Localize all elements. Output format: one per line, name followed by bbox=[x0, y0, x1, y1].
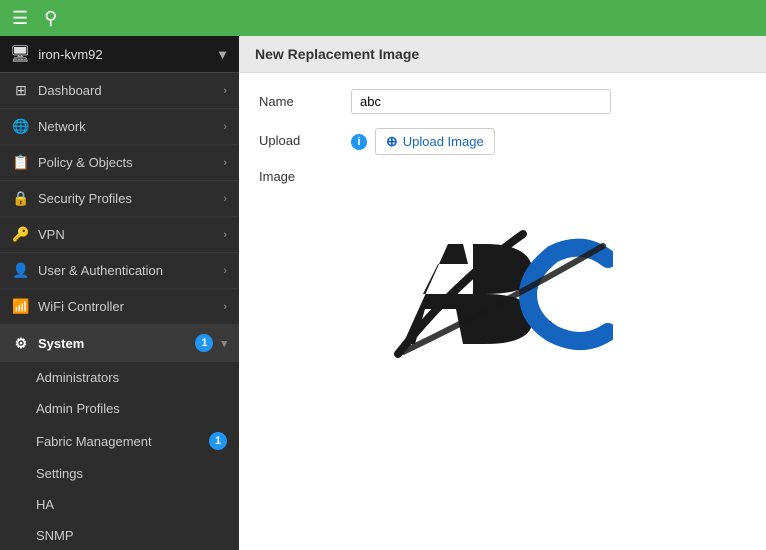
sub-item-label: Admin Profiles bbox=[36, 401, 227, 416]
sub-item-label: Settings bbox=[36, 466, 227, 481]
upload-row: Upload i ⊕ Upload Image bbox=[259, 128, 746, 155]
arrow-icon: › bbox=[223, 121, 227, 133]
device-name: iron-kvm92 bbox=[38, 47, 208, 62]
main-layout: 🖥 iron-kvm92 ▼ ⊞ Dashboard › 🌐 Network ›… bbox=[0, 36, 766, 550]
sidebar-item-network[interactable]: 🌐 Network › bbox=[0, 109, 239, 145]
info-icon[interactable]: i bbox=[351, 134, 367, 150]
sidebar-item-label: User & Authentication bbox=[38, 263, 215, 278]
sidebar-item-security[interactable]: 🔒 Security Profiles › bbox=[0, 181, 239, 217]
sidebar-item-system[interactable]: ⚙ System 1 ▾ bbox=[0, 325, 239, 362]
arrow-icon: › bbox=[223, 265, 227, 277]
menu-icon[interactable]: ☰ bbox=[12, 8, 28, 29]
sub-item-settings[interactable]: Settings bbox=[0, 458, 239, 489]
sidebar-item-label: Security Profiles bbox=[38, 191, 215, 206]
sub-item-ha[interactable]: HA bbox=[0, 489, 239, 520]
sidebar-item-user-auth[interactable]: 👤 User & Authentication › bbox=[0, 253, 239, 289]
arrow-icon: › bbox=[223, 229, 227, 241]
topbar: ☰ ⚲ bbox=[0, 0, 766, 36]
sidebar-item-vpn[interactable]: 🔑 VPN › bbox=[0, 217, 239, 253]
sub-item-label: HA bbox=[36, 497, 227, 512]
dashboard-icon: ⊞ bbox=[12, 82, 30, 99]
content-header: New Replacement Image bbox=[239, 36, 766, 73]
name-input[interactable] bbox=[351, 89, 611, 114]
plus-icon: ⊕ bbox=[386, 133, 398, 150]
user-icon: 👤 bbox=[12, 262, 30, 279]
content-body: Name Upload i ⊕ Upload Image Image bbox=[239, 73, 766, 550]
sub-item-administrators[interactable]: Administrators bbox=[0, 362, 239, 393]
name-label: Name bbox=[259, 89, 339, 109]
device-header: 🖥 iron-kvm92 ▼ bbox=[0, 36, 239, 73]
abc-logo bbox=[393, 224, 613, 364]
upload-label: Upload bbox=[259, 128, 339, 148]
chevron-down-icon[interactable]: ▼ bbox=[216, 47, 229, 62]
network-icon: 🌐 bbox=[12, 118, 30, 135]
sidebar-item-label: Dashboard bbox=[38, 83, 215, 98]
sub-item-label: Fabric Management bbox=[36, 434, 201, 449]
sidebar-item-dashboard[interactable]: ⊞ Dashboard › bbox=[0, 73, 239, 109]
sub-item-fabric-management[interactable]: Fabric Management 1 bbox=[0, 424, 239, 458]
sub-item-admin-profiles[interactable]: Admin Profiles bbox=[0, 393, 239, 424]
sidebar-item-wifi[interactable]: 📶 WiFi Controller › bbox=[0, 289, 239, 325]
security-icon: 🔒 bbox=[12, 190, 30, 207]
search-icon[interactable]: ⚲ bbox=[44, 8, 57, 29]
system-badge: 1 bbox=[195, 334, 213, 352]
sidebar-item-label: Policy & Objects bbox=[38, 155, 215, 170]
abc-logo-area bbox=[259, 184, 746, 384]
sidebar: 🖥 iron-kvm92 ▼ ⊞ Dashboard › 🌐 Network ›… bbox=[0, 36, 239, 550]
sub-item-snmp[interactable]: SNMP bbox=[0, 520, 239, 550]
upload-controls: i ⊕ Upload Image bbox=[351, 128, 495, 155]
arrow-icon: › bbox=[223, 301, 227, 313]
arrow-icon: › bbox=[223, 85, 227, 97]
image-label: Image bbox=[259, 169, 339, 184]
upload-btn-label: Upload Image bbox=[403, 134, 484, 149]
sidebar-item-label: System bbox=[38, 336, 187, 351]
device-icon: 🖥 bbox=[10, 44, 30, 64]
arrow-icon: › bbox=[223, 193, 227, 205]
content-area: New Replacement Image Name Upload i ⊕ Up… bbox=[239, 36, 766, 550]
vpn-icon: 🔑 bbox=[12, 226, 30, 243]
fabric-badge: 1 bbox=[209, 432, 227, 450]
arrow-icon: ▾ bbox=[221, 337, 227, 350]
image-row: Image bbox=[259, 169, 746, 184]
sidebar-item-label: WiFi Controller bbox=[38, 299, 215, 314]
sidebar-item-label: Network bbox=[38, 119, 215, 134]
policy-icon: 📋 bbox=[12, 154, 30, 171]
sidebar-item-label: VPN bbox=[38, 227, 215, 242]
page-title: New Replacement Image bbox=[255, 46, 419, 62]
system-icon: ⚙ bbox=[12, 335, 30, 352]
sub-item-label: Administrators bbox=[36, 370, 227, 385]
sub-item-label: SNMP bbox=[36, 528, 227, 543]
name-row: Name bbox=[259, 89, 746, 114]
wifi-icon: 📶 bbox=[12, 298, 30, 315]
arrow-icon: › bbox=[223, 157, 227, 169]
upload-image-button[interactable]: ⊕ Upload Image bbox=[375, 128, 495, 155]
sidebar-item-policy[interactable]: 📋 Policy & Objects › bbox=[0, 145, 239, 181]
